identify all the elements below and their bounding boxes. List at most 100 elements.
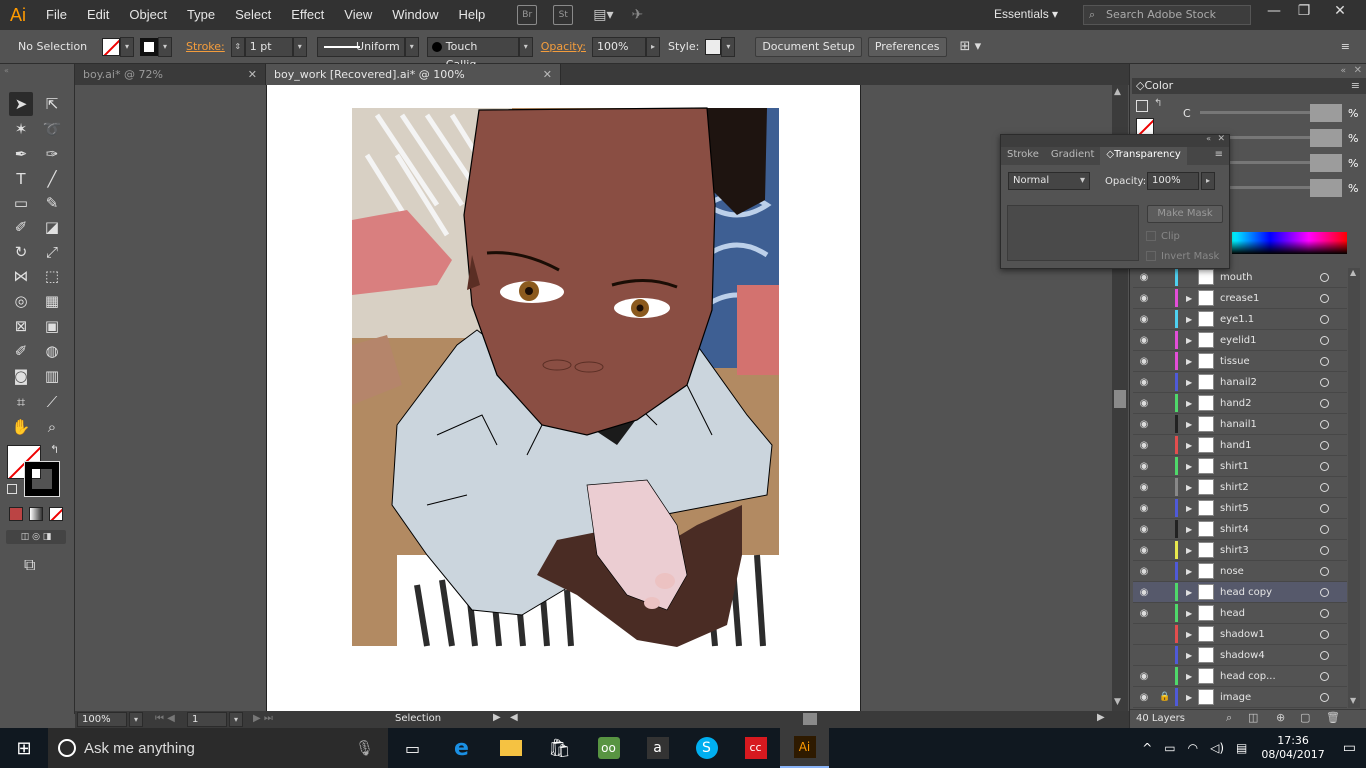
fill-dropdown[interactable]: ▾ — [120, 36, 134, 57]
clip-checkbox[interactable] — [1146, 231, 1156, 241]
stock-icon[interactable]: St — [553, 5, 574, 25]
target-circle-icon[interactable] — [1320, 272, 1329, 282]
language-icon[interactable]: ▤ — [1236, 741, 1247, 755]
stroke-color-box[interactable] — [24, 461, 60, 497]
menu-type[interactable]: Type — [177, 0, 225, 30]
visibility-eye-icon[interactable]: ◉ — [1133, 692, 1155, 703]
default-colors-icon[interactable] — [7, 484, 17, 494]
swap-colors-icon[interactable]: ↰ — [50, 443, 59, 456]
target-circle-icon[interactable] — [1320, 503, 1329, 513]
layer-name[interactable]: shirt1 — [1220, 461, 1320, 472]
visibility-eye-icon[interactable]: ◉ — [1133, 524, 1155, 535]
eyedropper-tool-icon[interactable]: ✐ — [9, 339, 33, 363]
visibility-eye-icon[interactable]: ◉ — [1133, 482, 1155, 493]
stroke-swatch[interactable] — [140, 37, 158, 56]
transp-opacity-input[interactable]: 100% — [1147, 172, 1199, 190]
layer-row[interactable]: ◉ ▶ hanail2 — [1133, 372, 1347, 393]
menu-edit[interactable]: Edit — [77, 0, 119, 30]
layer-row[interactable]: ◉ ▶ nose — [1133, 561, 1347, 582]
tab-boy[interactable]: boy.ai* @ 72% (RGB/Preview)✕ — [75, 64, 266, 102]
layer-name[interactable]: hanail2 — [1220, 377, 1320, 388]
rotate-tool-icon[interactable]: ↻ — [9, 240, 33, 264]
channel-c-input[interactable] — [1310, 104, 1342, 122]
selection-tool-icon[interactable]: ➤ — [9, 92, 33, 116]
shape-builder-tool-icon[interactable]: ◎ — [9, 289, 33, 313]
free-transform-tool-icon[interactable]: ⬚ — [40, 264, 64, 288]
layer-row[interactable]: ◉ ▶ shirt4 — [1133, 519, 1347, 540]
channel-m-input[interactable] — [1310, 129, 1342, 147]
channel-k-input[interactable] — [1310, 179, 1342, 197]
tab-stroke[interactable]: Stroke — [1001, 147, 1045, 165]
opacity-label[interactable]: Opacity: — [541, 40, 586, 53]
scale-tool-icon[interactable]: ⤢ — [40, 240, 64, 264]
volume-icon[interactable]: ◁) — [1210, 741, 1224, 755]
expand-arrow-icon[interactable]: ▶ — [1186, 357, 1196, 366]
color-spectrum[interactable] — [1232, 232, 1347, 254]
arrange-documents-icon[interactable]: ▤▾ — [593, 7, 613, 23]
expand-arrow-icon[interactable]: ▶ — [1186, 504, 1196, 513]
layer-name[interactable]: mouth — [1220, 272, 1320, 283]
expand-arrow-icon[interactable]: ▶ — [1186, 546, 1196, 555]
stroke-weight-input[interactable]: 1 pt — [244, 36, 293, 57]
expand-arrow-icon[interactable]: ▶ — [1186, 483, 1196, 492]
target-circle-icon[interactable] — [1320, 608, 1329, 618]
layer-name[interactable]: head copy — [1220, 587, 1320, 598]
target-circle-icon[interactable] — [1320, 419, 1329, 429]
column-graph-tool-icon[interactable]: ▥ — [40, 364, 64, 388]
layer-name[interactable]: nose — [1220, 566, 1320, 577]
layer-name[interactable]: head — [1220, 608, 1320, 619]
visibility-eye-icon[interactable]: ◉ — [1133, 335, 1155, 346]
direct-selection-tool-icon[interactable]: ⇱ — [40, 92, 64, 116]
status-flyout[interactable]: ▶ — [493, 712, 501, 723]
color-panel-title[interactable]: ◇Color — [1136, 79, 1173, 92]
type-tool-icon[interactable]: T — [9, 167, 33, 191]
stroke-stepper[interactable]: ⇕ — [230, 36, 245, 57]
layer-name[interactable]: shirt3 — [1220, 545, 1320, 556]
expand-arrow-icon[interactable]: ▶ — [1186, 567, 1196, 576]
artboard-dropdown[interactable]: ▾ — [229, 712, 243, 727]
style-dropdown[interactable]: ▾ — [721, 36, 736, 57]
file-explorer-icon[interactable] — [486, 728, 535, 768]
profile-dropdown[interactable]: ▾ — [404, 36, 419, 57]
swap-icon[interactable]: ↰ — [1154, 98, 1162, 109]
menu-file[interactable]: File — [36, 0, 77, 30]
layer-name[interactable]: hand2 — [1220, 398, 1320, 409]
blend-mode-select[interactable]: Normal ▾ — [1008, 172, 1090, 190]
transp-opacity-flyout[interactable]: ▸ — [1201, 172, 1215, 190]
expand-arrow-icon[interactable]: ▶ — [1186, 651, 1196, 660]
visibility-eye-icon[interactable]: ◉ — [1133, 566, 1155, 577]
fill-swatch[interactable] — [102, 37, 120, 56]
color-panel-menu-icon[interactable]: ≡ — [1351, 79, 1360, 92]
stroke-dropdown[interactable]: ▾ — [158, 36, 172, 57]
expand-arrow-icon[interactable]: ▶ — [1186, 378, 1196, 387]
target-circle-icon[interactable] — [1320, 524, 1329, 534]
cortana-search[interactable]: Ask me anything 🎙 — [48, 728, 388, 768]
channel-y-input[interactable] — [1310, 154, 1342, 172]
target-circle-icon[interactable] — [1320, 461, 1329, 471]
visibility-eye-icon[interactable]: ◉ — [1133, 671, 1155, 682]
artboard[interactable] — [266, 85, 861, 711]
layer-row[interactable]: ◉ ▶ head cop... — [1133, 666, 1347, 687]
expand-arrow-icon[interactable]: ▶ — [1186, 693, 1196, 702]
layer-row[interactable]: ◉ 🔒 ▶ image — [1133, 687, 1347, 708]
edge-browser-icon[interactable]: e — [437, 728, 486, 768]
layer-name[interactable]: eyelid1 — [1220, 335, 1320, 346]
wifi-icon[interactable]: ◠ — [1188, 741, 1198, 755]
layer-row[interactable]: ◉ ▶ eye1.1 — [1133, 309, 1347, 330]
make-clipping-mask-icon[interactable]: ◫ — [1248, 711, 1258, 724]
panel-grip[interactable]: « ✕ — [1001, 134, 1229, 147]
layer-name[interactable]: crease1 — [1220, 293, 1320, 304]
layer-row[interactable]: ◉ ▶ shirt5 — [1133, 498, 1347, 519]
layer-name[interactable]: shadow4 — [1220, 650, 1320, 661]
menu-select[interactable]: Select — [225, 0, 281, 30]
zoom-dropdown[interactable]: ▾ — [129, 712, 143, 727]
zoom-tool-icon[interactable]: ⌕ — [40, 415, 64, 439]
control-menu-icon[interactable]: ≡ — [1341, 40, 1350, 53]
collapse-icon[interactable]: « — [1206, 134, 1211, 143]
scroll-thumb[interactable] — [1114, 390, 1126, 408]
maximize-button[interactable]: ❐ — [1286, 0, 1322, 24]
target-circle-icon[interactable] — [1320, 335, 1329, 345]
windows-start-icon[interactable]: ⊞ — [0, 728, 48, 768]
layer-name[interactable]: shirt2 — [1220, 482, 1320, 493]
layer-name[interactable]: head cop... — [1220, 671, 1320, 682]
